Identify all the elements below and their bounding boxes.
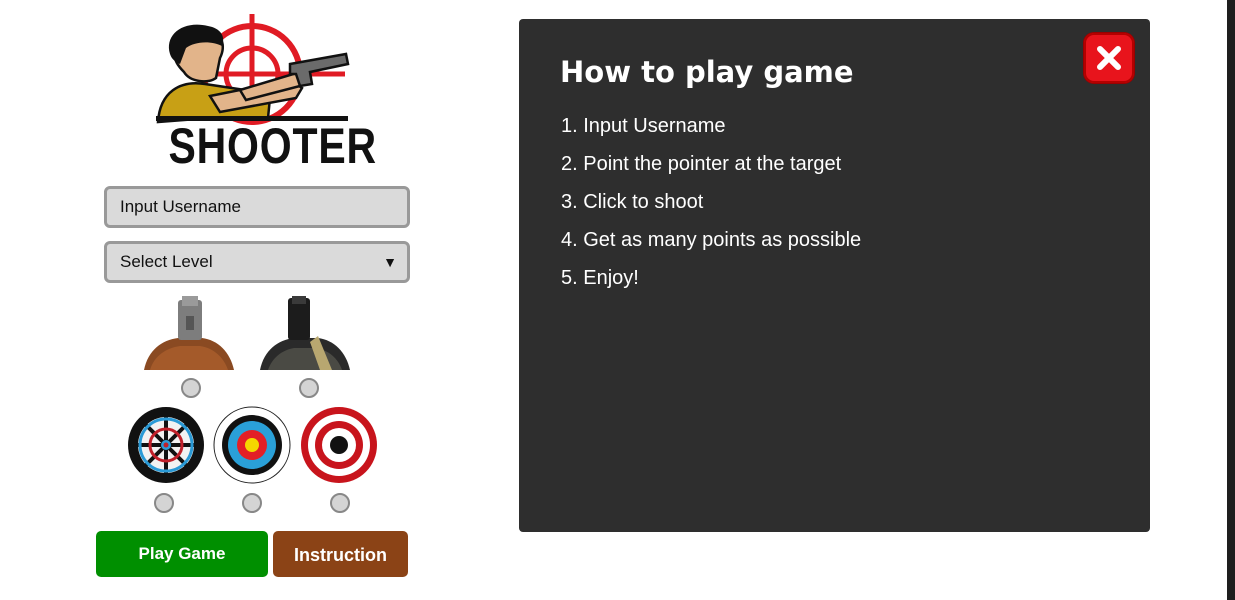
- target-dartboard-image: [127, 406, 205, 484]
- window-edge: [1227, 0, 1235, 600]
- target-radio-3[interactable]: [330, 493, 350, 513]
- instruction-step: 5. Enjoy!: [561, 267, 639, 289]
- target-archery-image: [213, 406, 291, 484]
- instruction-panel: How to play game 1. Input Username 2. Po…: [519, 19, 1150, 532]
- archery-target-icon: [213, 406, 291, 484]
- username-input[interactable]: [120, 197, 407, 217]
- instruction-step: 1. Input Username: [561, 115, 726, 137]
- level-select-label: Select Level: [120, 252, 213, 271]
- weapon-pistol-image: [144, 296, 234, 370]
- pistol-icon: [144, 296, 234, 370]
- target-radio-2[interactable]: [242, 493, 262, 513]
- level-select[interactable]: Select Level ▼: [104, 241, 410, 283]
- dartboard-icon: [128, 407, 204, 483]
- instruction-button[interactable]: Instruction: [273, 531, 408, 577]
- target-bullseye-image: [300, 406, 378, 484]
- instruction-step: 2. Point the pointer at the target: [561, 153, 842, 175]
- shooter-logo: SHOOTER: [150, 12, 377, 174]
- weapon-handgun-image: [260, 296, 350, 370]
- instruction-step: 3. Click to shoot: [561, 191, 704, 213]
- panel-title: How to play game: [560, 55, 854, 89]
- logo-text: SHOOTER: [168, 118, 377, 174]
- play-game-button[interactable]: Play Game: [96, 531, 268, 577]
- instruction-step: 4. Get as many points as possible: [561, 229, 862, 251]
- caret-down-icon: ▼: [383, 254, 397, 270]
- instruction-steps: 1. Input Username 2. Point the pointer a…: [561, 115, 861, 305]
- handgun-icon: [260, 296, 350, 370]
- bullseye-icon: [301, 407, 377, 483]
- username-field[interactable]: [104, 186, 410, 228]
- close-button[interactable]: [1084, 33, 1134, 83]
- target-radio-1[interactable]: [154, 493, 174, 513]
- weapon-radio-2[interactable]: [299, 378, 319, 398]
- close-icon: [1097, 46, 1121, 70]
- weapon-radio-1[interactable]: [181, 378, 201, 398]
